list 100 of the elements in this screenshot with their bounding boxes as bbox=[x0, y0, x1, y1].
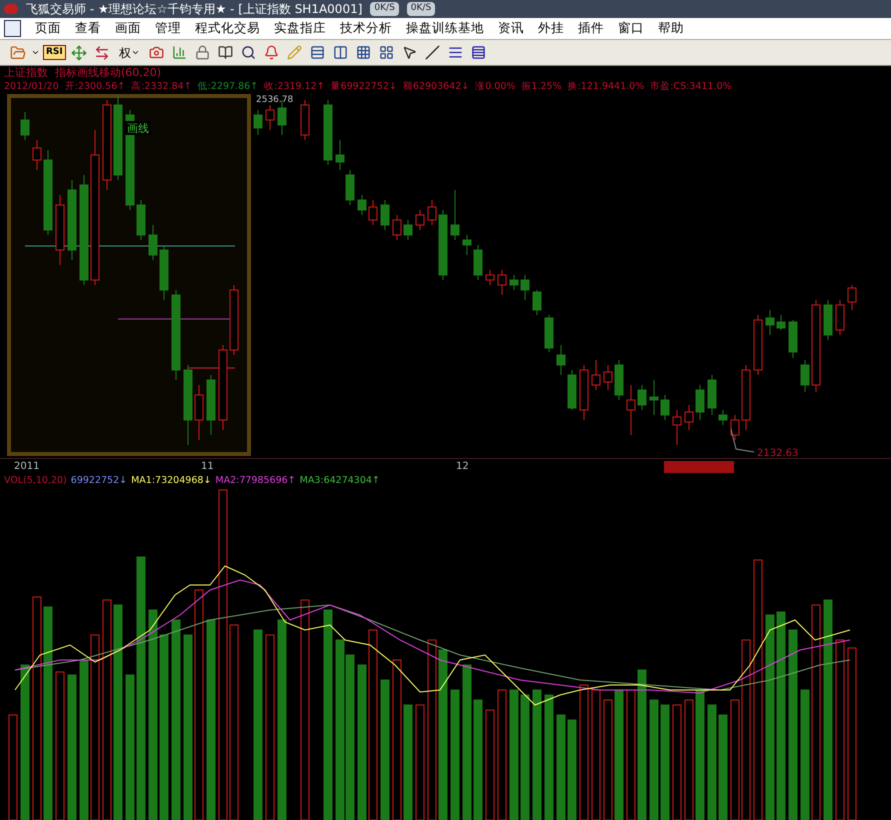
candlestick bbox=[742, 364, 750, 430]
volume-indicator-value: MA2:77985696↑ bbox=[215, 474, 296, 488]
move-icon[interactable] bbox=[68, 42, 89, 62]
candlestick bbox=[510, 274, 518, 290]
candlestick bbox=[230, 284, 238, 356]
candlestick bbox=[254, 110, 262, 136]
candlestick bbox=[638, 384, 646, 410]
candlestick bbox=[136, 200, 146, 240]
axis-label: 11 bbox=[201, 460, 214, 474]
candlestick bbox=[580, 364, 588, 420]
menu-item[interactable]: 外挂 bbox=[538, 19, 564, 38]
candlestick bbox=[486, 270, 494, 286]
menu-item[interactable]: 帮助 bbox=[658, 19, 684, 38]
quote-value: 振1.25% bbox=[521, 80, 562, 94]
candlestick bbox=[450, 190, 460, 240]
chart-title: 上证指数 指标画线移动(60,20) bbox=[4, 64, 162, 81]
candlestick bbox=[346, 170, 354, 206]
menu-item[interactable]: 实盘指庄 bbox=[274, 19, 326, 38]
window-title: 飞狐交易师 - ★理想论坛☆千钧专用★ - [上证指数 SH1A0001] bbox=[26, 1, 362, 18]
candlestick bbox=[604, 364, 612, 390]
candlestick bbox=[708, 374, 716, 416]
candlestick bbox=[336, 140, 344, 170]
candlestick bbox=[556, 344, 566, 376]
candlestick bbox=[324, 100, 332, 166]
menu-item[interactable]: 操盘训练基地 bbox=[406, 19, 484, 38]
candlestick bbox=[392, 214, 402, 240]
candlestick bbox=[368, 200, 378, 226]
menu-item[interactable]: 页面 bbox=[35, 19, 61, 38]
low-price-label: 2132.63 bbox=[757, 448, 798, 458]
candlestick bbox=[416, 210, 424, 230]
volume-indicator-value: 69922752↓ bbox=[70, 474, 128, 488]
candlestick bbox=[206, 374, 216, 436]
candlestick bbox=[428, 200, 436, 226]
caret-icon bbox=[31, 48, 40, 57]
net-speed-badge: 0K/S bbox=[406, 2, 436, 16]
candlestick bbox=[300, 100, 310, 140]
candlestick bbox=[848, 284, 856, 310]
candlestick bbox=[614, 360, 624, 400]
volume-indicator-value: MA3:64274304↑ bbox=[300, 474, 380, 488]
candlestick bbox=[568, 370, 576, 410]
axis-label: 12 bbox=[456, 460, 469, 474]
candlestick bbox=[56, 194, 64, 266]
candlestick bbox=[684, 404, 694, 430]
leader-line bbox=[730, 428, 754, 452]
app-logo-icon bbox=[4, 4, 18, 14]
candlestick bbox=[650, 380, 658, 416]
menu-item[interactable]: 画面 bbox=[115, 19, 141, 38]
candlestick bbox=[462, 234, 472, 256]
candlestick bbox=[380, 200, 390, 230]
menu-item[interactable]: 插件 bbox=[578, 19, 604, 38]
menu-item[interactable]: 查看 bbox=[75, 19, 101, 38]
menu-item[interactable]: 窗口 bbox=[618, 19, 644, 38]
axis-label: 2011 bbox=[14, 460, 40, 474]
candlestick bbox=[836, 300, 844, 336]
candlestick bbox=[266, 104, 274, 130]
candlestick bbox=[592, 360, 600, 390]
menu-item[interactable]: 管理 bbox=[155, 19, 181, 38]
candlestick bbox=[32, 140, 42, 170]
candlestick bbox=[404, 220, 412, 240]
app-logo-icon[interactable] bbox=[4, 20, 21, 37]
high-price-label: 2536.78 bbox=[256, 95, 294, 105]
quote-value: 2012/01/20 bbox=[4, 80, 59, 94]
candlestick bbox=[718, 410, 728, 426]
volume-indicator-value: MA1:73204968↓ bbox=[131, 474, 212, 488]
rights-dropdown[interactable]: 权 bbox=[114, 44, 144, 62]
quote-value: 换:121.9441.0% bbox=[568, 80, 644, 94]
rsi-button[interactable]: RSI bbox=[43, 44, 66, 60]
candlestick bbox=[498, 270, 506, 296]
candlestick bbox=[776, 314, 786, 330]
menu-item[interactable]: 资讯 bbox=[498, 19, 524, 38]
quote-value: 涨0.00% bbox=[475, 80, 516, 94]
candlestick bbox=[672, 410, 682, 446]
candlestick bbox=[696, 384, 704, 420]
quote-value: 收:2319.12↑ bbox=[264, 80, 325, 94]
candlestick bbox=[800, 360, 810, 392]
candlestick bbox=[194, 384, 204, 440]
menu-item[interactable]: 程式化交易 bbox=[195, 19, 260, 38]
quote-value: 市盈:CS:3411.0% bbox=[650, 80, 732, 94]
menu-item[interactable]: 技术分析 bbox=[340, 19, 392, 38]
candlestick bbox=[520, 274, 530, 300]
overlay-label: 画线 bbox=[125, 121, 151, 135]
candlestick bbox=[824, 300, 832, 340]
quote-value: 低:2297.86↑ bbox=[198, 80, 258, 94]
candlestick bbox=[20, 112, 30, 140]
candlestick bbox=[788, 320, 798, 358]
candlestick bbox=[626, 384, 636, 436]
candlestick bbox=[660, 394, 670, 420]
candlestick bbox=[544, 314, 554, 352]
candlestick bbox=[148, 224, 158, 260]
candlestick bbox=[766, 310, 774, 336]
candlestick bbox=[358, 194, 366, 216]
caret-icon bbox=[130, 48, 140, 57]
quote-value: 高:2332.84↑ bbox=[131, 80, 192, 94]
candlestick bbox=[438, 210, 448, 280]
net-speed-badge: 0K/S bbox=[370, 2, 399, 16]
quote-value: 开:2300.56↑ bbox=[64, 80, 126, 94]
candlestick bbox=[160, 244, 168, 300]
quote-value: 量69922752↓ bbox=[330, 80, 397, 94]
quote-value: 额62903642↓ bbox=[402, 80, 470, 94]
candlestick bbox=[474, 244, 482, 280]
